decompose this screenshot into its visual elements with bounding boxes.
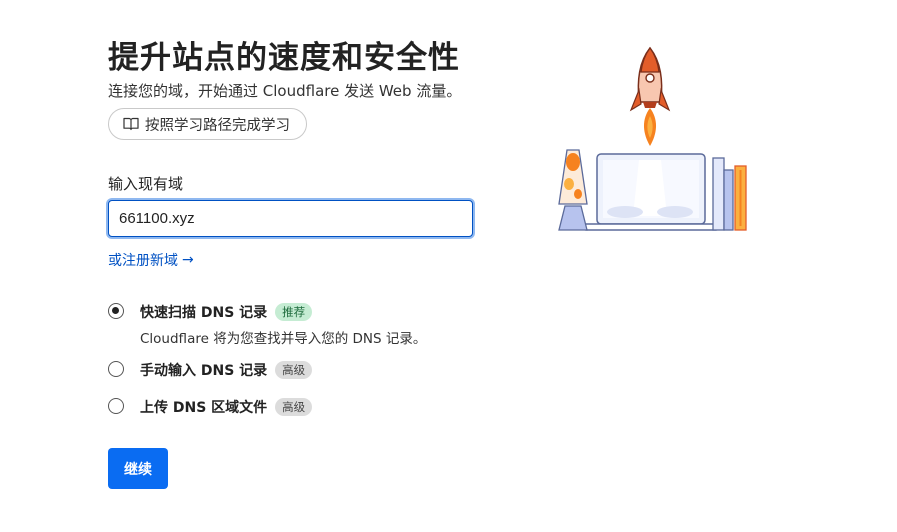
lava-lamp-icon (558, 149, 588, 231)
learning-path-button[interactable]: 按照学习路径完成学习 (108, 108, 307, 140)
option-upload-zone[interactable]: 上传 DNS 区域文件 高级 (108, 397, 313, 416)
page-title: 提升站点的速度和安全性 (108, 40, 460, 76)
radio-manual-entry[interactable] (108, 361, 124, 377)
page-subtitle: 连接您的域，开始通过 Cloudflare 发送 Web 流量。 (108, 82, 462, 100)
option-quick-scan-description: Cloudflare 将为您查找并导入您的 DNS 记录。 (140, 331, 427, 347)
domain-field-label: 输入现有域 (108, 175, 184, 193)
option-upload-zone-title: 上传 DNS 区域文件 (140, 399, 268, 416)
register-domain-link[interactable]: 或注册新域 → (108, 250, 194, 270)
rocket-laptop-illustration (555, 44, 755, 234)
continue-button[interactable]: 继续 (108, 448, 168, 489)
advanced-badge: 高级 (275, 397, 313, 416)
learning-path-label: 按照学习路径完成学习 (145, 117, 290, 134)
radio-quick-scan[interactable] (108, 303, 124, 319)
rocket-icon (629, 46, 671, 146)
option-manual-entry-title: 手动输入 DNS 记录 (140, 362, 268, 379)
advanced-badge: 高级 (275, 360, 313, 379)
option-quick-scan[interactable]: 快速扫描 DNS 记录 推荐 Cloudflare 将为您查找并导入您的 DNS… (108, 302, 426, 347)
register-link-label: 或注册新域 (108, 253, 178, 269)
option-manual-entry[interactable]: 手动输入 DNS 记录 高级 (108, 360, 313, 379)
books-icon (712, 157, 747, 231)
recommended-badge: 推荐 (275, 302, 313, 321)
radio-upload-zone[interactable] (108, 398, 124, 414)
laptop-icon (582, 153, 720, 231)
book-icon (123, 117, 139, 131)
option-quick-scan-title: 快速扫描 DNS 记录 (140, 304, 268, 321)
arrow-right-icon: → (182, 252, 194, 268)
domain-input[interactable] (108, 200, 473, 237)
